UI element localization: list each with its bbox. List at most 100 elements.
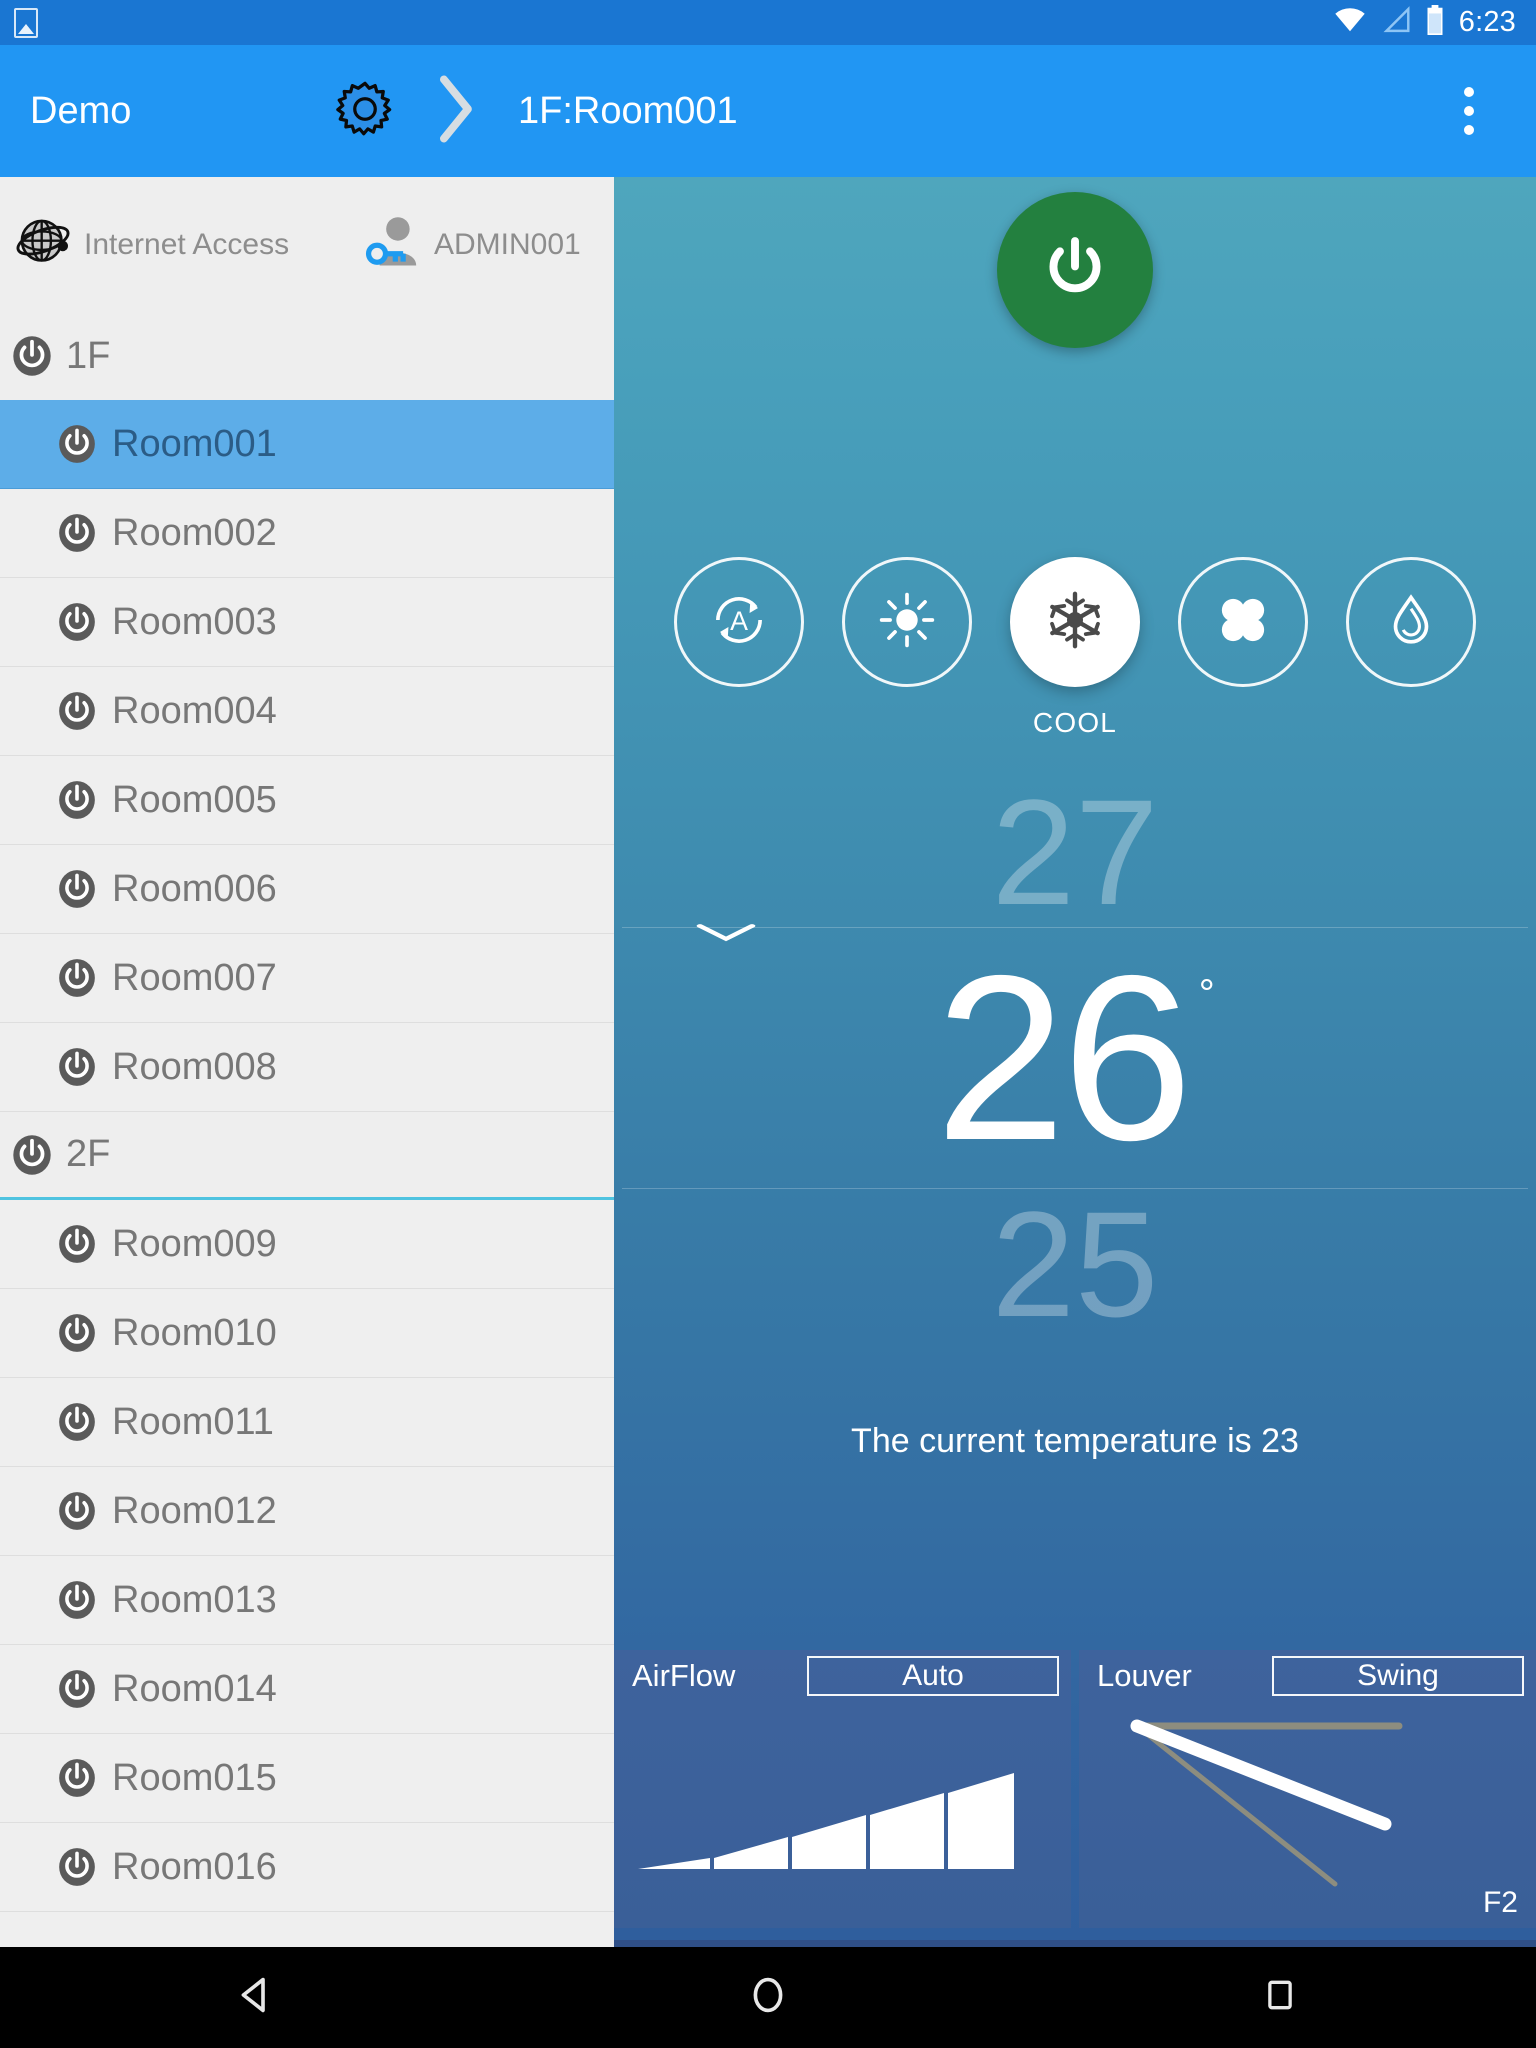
app-title: Demo — [30, 89, 132, 132]
power-icon[interactable] — [56, 423, 98, 465]
back-button[interactable] — [196, 1947, 316, 2048]
sidebar-item-room002[interactable]: Room002 — [0, 489, 614, 578]
power-icon[interactable] — [56, 1401, 98, 1443]
temperature-above-value: 27 — [991, 768, 1159, 936]
home-button[interactable] — [708, 1947, 828, 2048]
power-icon[interactable] — [56, 1490, 98, 1532]
sidebar[interactable]: Internet Access ADMIN001 1F Room001 Room00… — [0, 177, 614, 1947]
control-panel: A COOL 27 26 ° 25 The current temperatur… — [614, 177, 1536, 1947]
temperature-picker[interactable]: 27 26 ° 25 — [614, 777, 1536, 1417]
sidebar-item-label: Room015 — [112, 1756, 277, 1799]
mode-button-fan[interactable] — [1178, 557, 1308, 687]
status-bar: 6:23 — [0, 0, 1536, 45]
water-drop-icon — [1380, 589, 1442, 656]
louver-card[interactable]: Louver Swing F2 — [1079, 1650, 1536, 1928]
sidebar-item-label: Room004 — [112, 689, 277, 732]
mode-button-dry[interactable] — [1346, 557, 1476, 687]
louver-position-label: F2 — [1482, 1886, 1518, 1919]
sidebar-item-room015[interactable]: Room015 — [0, 1734, 614, 1823]
degree-symbol: ° — [1198, 972, 1215, 1016]
settings-button[interactable] — [320, 79, 410, 144]
power-button[interactable] — [997, 192, 1153, 348]
chevron-down-icon — [694, 920, 758, 947]
recents-button[interactable] — [1220, 1947, 1340, 2048]
power-icon[interactable] — [56, 1223, 98, 1265]
mode-selector[interactable]: A — [614, 557, 1536, 687]
sidebar-item-room011[interactable]: Room011 — [0, 1378, 614, 1467]
internet-access-status[interactable]: Internet Access — [14, 213, 364, 276]
louver-title: Louver — [1097, 1658, 1192, 1693]
sidebar-item-room007[interactable]: Room007 — [0, 934, 614, 1023]
overflow-menu-icon — [1464, 125, 1474, 135]
mode-button-cool[interactable] — [1010, 557, 1140, 687]
power-icon[interactable] — [56, 1579, 98, 1621]
temperature-above[interactable]: 27 — [614, 777, 1536, 927]
airflow-title: AirFlow — [632, 1658, 736, 1693]
status-bar-right: 6:23 — [1333, 5, 1516, 40]
temperature-below[interactable]: 25 — [614, 1189, 1536, 1339]
status-bar-clock: 6:23 — [1458, 6, 1516, 38]
back-triangle-icon — [235, 1974, 277, 2021]
sidebar-item-room013[interactable]: Room013 — [0, 1556, 614, 1645]
power-icon[interactable] — [56, 690, 98, 732]
sidebar-item-room010[interactable]: Room010 — [0, 1289, 614, 1378]
sidebar-item-room004[interactable]: Room004 — [0, 667, 614, 756]
airflow-card[interactable]: AirFlow Auto — [614, 1650, 1071, 1928]
sidebar-item-label: Room003 — [112, 600, 277, 643]
android-nav-bar[interactable] — [0, 1947, 1536, 2048]
sidebar-item-label: Room006 — [112, 867, 277, 910]
power-icon[interactable] — [10, 1133, 54, 1177]
sidebar-floor-label: 1F — [66, 334, 111, 377]
sidebar-item-label: Room005 — [112, 778, 277, 821]
temperature-below-value: 25 — [991, 1180, 1159, 1348]
sidebar-item-room001[interactable]: Room001 — [0, 400, 614, 489]
sidebar-item-room006[interactable]: Room006 — [0, 845, 614, 934]
app-bar: Demo 1F:Room001 — [0, 45, 1536, 177]
sidebar-floor-2F[interactable]: 2F — [0, 1112, 614, 1200]
power-icon[interactable] — [56, 1757, 98, 1799]
current-temperature-text: The current temperature is 23 — [851, 1422, 1299, 1460]
power-icon[interactable] — [56, 779, 98, 821]
power-icon[interactable] — [56, 512, 98, 554]
sidebar-floor-1F[interactable]: 1F — [0, 312, 614, 400]
airflow-value-button[interactable]: Auto — [807, 1656, 1059, 1696]
sidebar-item-room008[interactable]: Room008 — [0, 1023, 614, 1112]
power-icon[interactable] — [56, 1046, 98, 1088]
sidebar-item-room009[interactable]: Room009 — [0, 1200, 614, 1289]
power-icon[interactable] — [56, 1846, 98, 1888]
power-icon[interactable] — [56, 957, 98, 999]
power-icon[interactable] — [56, 1668, 98, 1710]
sidebar-item-label: Room012 — [112, 1489, 277, 1532]
sidebar-item-label: Room009 — [112, 1222, 277, 1265]
wifi-icon — [1333, 6, 1367, 39]
power-icon[interactable] — [56, 1312, 98, 1354]
louver-value-button[interactable]: Swing — [1272, 1656, 1524, 1696]
sidebar-item-label: Room011 — [112, 1400, 274, 1443]
temperature-setpoint[interactable]: 26 ° — [614, 928, 1536, 1188]
sidebar-item-room005[interactable]: Room005 — [0, 756, 614, 845]
overflow-menu-button[interactable] — [1424, 45, 1514, 177]
sidebar-item-label: Room002 — [112, 511, 277, 554]
sidebar-item-room014[interactable]: Room014 — [0, 1645, 614, 1734]
sun-icon — [876, 589, 938, 656]
power-icon[interactable] — [10, 334, 54, 378]
power-icon[interactable] — [56, 868, 98, 910]
room-tree[interactable]: 1F Room001 Room002 Room003 Room004 Room005 Roo… — [0, 312, 614, 1947]
mode-button-auto[interactable]: A — [674, 557, 804, 687]
sidebar-item-label: Room008 — [112, 1045, 277, 1088]
account-status[interactable]: ADMIN001 — [364, 213, 581, 276]
sidebar-item-room016[interactable]: Room016 — [0, 1823, 614, 1912]
sidebar-item-room012[interactable]: Room012 — [0, 1467, 614, 1556]
user-key-icon — [364, 213, 424, 276]
sidebar-item-label: Room014 — [112, 1667, 277, 1710]
power-icon[interactable] — [56, 601, 98, 643]
sidebar-item-label: Room001 — [112, 422, 277, 465]
mode-button-heat[interactable] — [842, 557, 972, 687]
settings-cards: AirFlow Auto Louver Swing F2 — [614, 1650, 1536, 1940]
overflow-menu-icon — [1464, 87, 1474, 97]
airflow-level-graphic — [636, 1751, 1016, 1876]
sidebar-floor-label: 2F — [66, 1133, 111, 1175]
fan-icon — [1212, 589, 1274, 656]
sidebar-item-room003[interactable]: Room003 — [0, 578, 614, 667]
power-icon — [1037, 230, 1113, 311]
